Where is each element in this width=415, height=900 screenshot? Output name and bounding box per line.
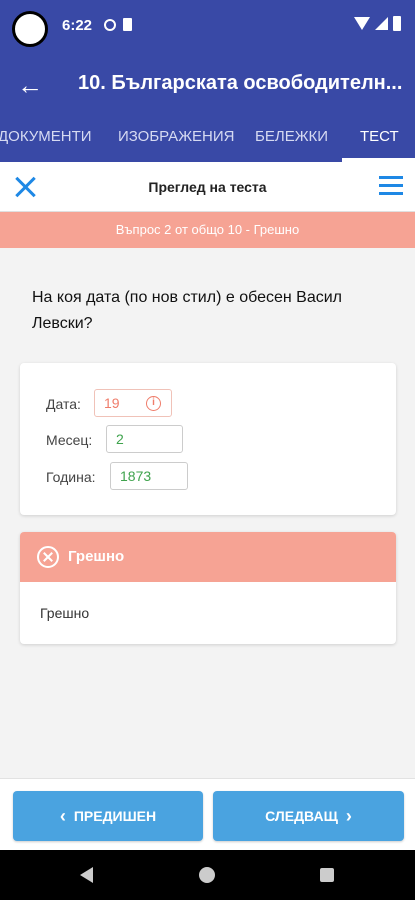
day-field[interactable]: 19 i [94, 389, 172, 417]
camera-cutout [12, 11, 48, 47]
month-field[interactable]: 2 [106, 425, 183, 453]
system-recents-icon[interactable] [320, 868, 334, 882]
status-icons [354, 16, 401, 31]
result-text: Грешно [40, 605, 90, 621]
next-label: СЛЕДВАЩ [265, 808, 338, 824]
question-text: На коя дата (по нов стил) е обесен Васил… [32, 289, 342, 332]
menu-icon[interactable] [379, 176, 403, 196]
system-home-icon[interactable] [199, 867, 215, 883]
app-bar: ← 10. Българската освободителн... [0, 54, 415, 116]
tab-notes[interactable]: БЕЛЕЖКИ [255, 128, 328, 145]
x-circle-icon [37, 546, 59, 568]
sd-card-icon [123, 18, 132, 31]
previous-button[interactable]: ‹ ПРЕДИШЕН [13, 791, 203, 841]
system-nav-bar [0, 850, 415, 900]
status-time: 6:22 [62, 17, 93, 34]
year-label: Година: [46, 469, 96, 485]
chevron-right-icon: › [345, 805, 352, 826]
app-title: 10. Българската освободителн... [78, 72, 403, 94]
status-bar: 6:22 [0, 0, 415, 54]
back-arrow-icon[interactable]: ← [14, 70, 46, 100]
result-header: Грешно [20, 532, 396, 582]
day-label: Дата: [46, 396, 81, 412]
signal-icon [375, 17, 388, 30]
bottom-nav-bar: ‹ ПРЕДИШЕН СЛЕДВАЩ › [0, 778, 415, 850]
year-value: 1873 [120, 468, 152, 484]
notification-icon [104, 19, 116, 31]
tab-documents[interactable]: ДОКУМЕНТИ [0, 128, 92, 145]
chevron-left-icon: ‹ [59, 805, 66, 826]
tab-test[interactable]: ТЕСТ [360, 128, 399, 145]
review-toolbar: Преглед на теста [0, 162, 415, 212]
info-icon[interactable]: i [146, 396, 161, 411]
month-label: Месец: [46, 432, 93, 448]
tab-images[interactable]: ИЗОБРАЖЕНИЯ [118, 128, 235, 145]
result-card: Грешно Грешно [20, 532, 396, 644]
battery-icon [393, 16, 401, 31]
year-field[interactable]: 1873 [110, 462, 188, 490]
month-value: 2 [116, 431, 124, 447]
question-status-banner: Въпрос 2 от общо 10 - Грешно [0, 212, 415, 248]
day-value: 19 [104, 395, 120, 411]
answer-card: Дата: 19 i Месец: 2 Година: 1873 [20, 363, 396, 515]
wifi-icon [354, 17, 370, 30]
system-back-icon[interactable] [80, 867, 93, 883]
tab-bar: ДОКУМЕНТИ ИЗОБРАЖЕНИЯ БЕЛЕЖКИ ТЕСТ [0, 116, 415, 162]
toolbar-title: Преглед на теста [148, 179, 267, 195]
previous-label: ПРЕДИШЕН [73, 808, 157, 824]
result-title: Грешно [68, 548, 125, 565]
next-button[interactable]: СЛЕДВАЩ › [213, 791, 404, 841]
